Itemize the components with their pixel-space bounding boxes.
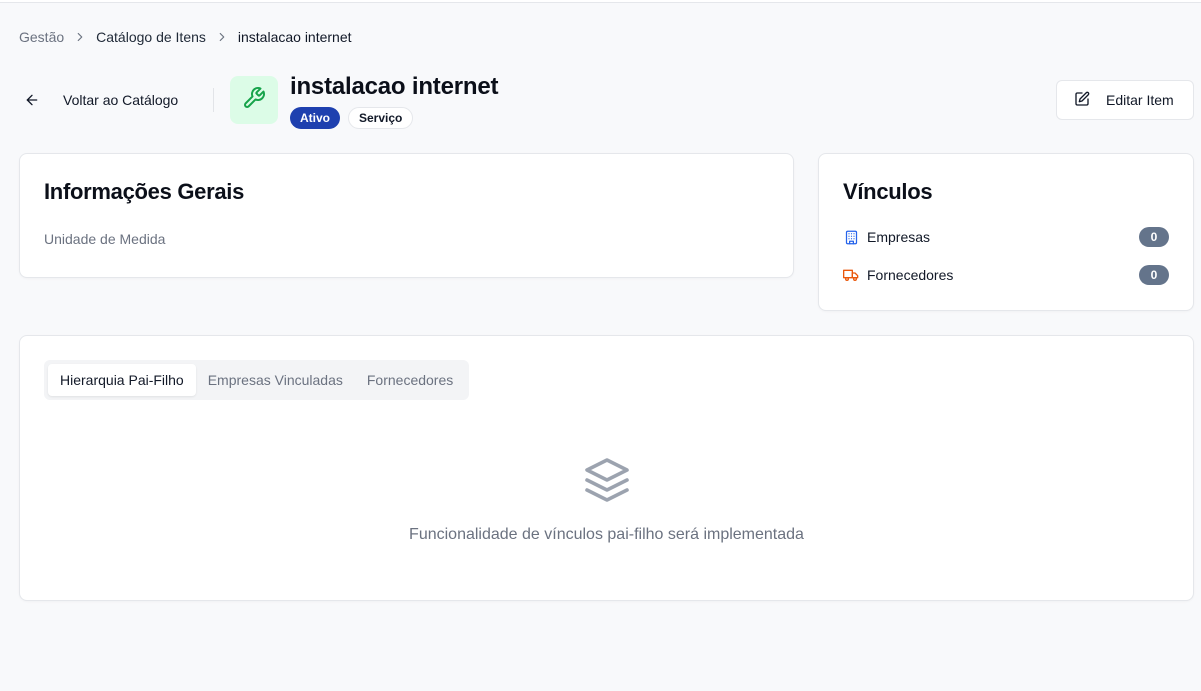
general-info-card: Informações Gerais Unidade de Medida <box>19 153 794 278</box>
edit-icon <box>1074 91 1090 110</box>
empty-state: Funcionalidade de vínculos pai-filho ser… <box>20 456 1193 544</box>
tab-fornecedores[interactable]: Fornecedores <box>355 364 465 396</box>
unit-of-measure-label: Unidade de Medida <box>44 231 166 247</box>
links-row-label: Fornecedores <box>867 267 954 283</box>
back-to-catalog-button[interactable]: Voltar ao Catálogo <box>24 86 178 114</box>
back-button-label: Voltar ao Catálogo <box>63 92 179 108</box>
tab-empresas-vinculadas[interactable]: Empresas Vinculadas <box>196 364 355 396</box>
type-badge: Serviço <box>348 107 414 129</box>
status-badge: Ativo <box>290 107 340 129</box>
count-badge: 0 <box>1139 227 1169 247</box>
chevron-right-icon <box>64 28 96 46</box>
edit-item-button[interactable]: Editar Item <box>1056 80 1194 120</box>
page-title: instalacao internet <box>290 73 499 100</box>
truck-icon <box>843 267 859 283</box>
breadcrumb-current: instalacao internet <box>237 29 352 45</box>
links-card: Vínculos Empresas 0 Fornecedores 0 <box>818 153 1194 311</box>
wrench-icon <box>242 86 266 115</box>
empty-state-message: Funcionalidade de vínculos pai-filho ser… <box>409 526 804 543</box>
links-title: Vínculos <box>843 179 933 204</box>
tab-hierarquia-pai-filho[interactable]: Hierarquia Pai-Filho <box>48 364 196 396</box>
arrow-left-icon <box>24 90 54 110</box>
links-row-label: Empresas <box>867 229 931 245</box>
breadcrumb-catalogo[interactable]: Catálogo de Itens <box>96 29 206 45</box>
item-icon-box <box>230 76 278 124</box>
breadcrumb: Gestão Catálogo de Itens instalacao inte… <box>19 28 352 46</box>
tabs-card: Hierarquia Pai-Filho Empresas Vinculadas… <box>19 335 1194 601</box>
edit-button-label: Editar Item <box>1106 92 1174 108</box>
general-info-title: Informações Gerais <box>44 179 245 204</box>
chevron-right-icon <box>206 28 238 46</box>
links-row-empresas: Empresas 0 <box>843 226 1169 248</box>
layers-icon <box>583 456 631 509</box>
breadcrumb-gestao[interactable]: Gestão <box>19 29 64 45</box>
building-icon <box>843 229 859 245</box>
top-border <box>0 0 1201 3</box>
header-divider <box>213 88 214 112</box>
tab-list: Hierarquia Pai-Filho Empresas Vinculadas… <box>44 360 470 400</box>
item-badges: Ativo Serviço <box>290 107 414 129</box>
links-row-fornecedores: Fornecedores 0 <box>843 264 1169 286</box>
count-badge: 0 <box>1139 265 1169 285</box>
